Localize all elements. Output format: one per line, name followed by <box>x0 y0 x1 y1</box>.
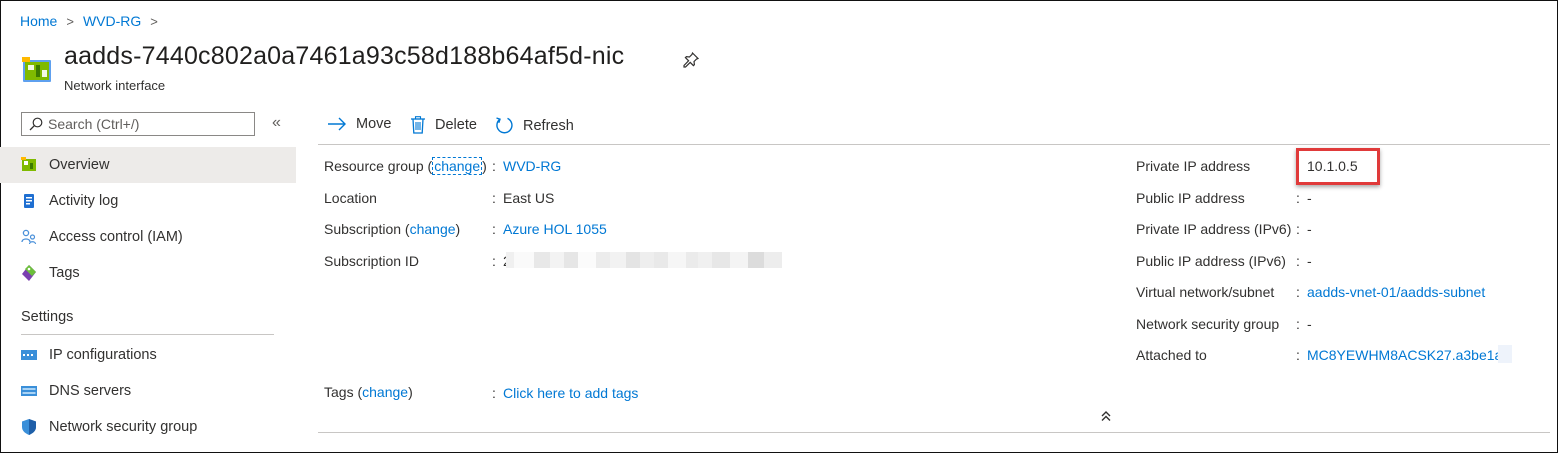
delete-label: Delete <box>435 117 477 133</box>
colon: : <box>492 221 496 237</box>
dns-icon <box>21 383 37 399</box>
overview-icon <box>21 157 37 173</box>
sidebar-item-label: Tags <box>49 265 80 281</box>
refresh-icon <box>496 117 513 134</box>
colon: : <box>1296 221 1300 237</box>
subscription-id-label: Subscription ID <box>324 253 419 269</box>
private-ip-label: Private IP address <box>1136 158 1251 174</box>
nsg-value: - <box>1307 316 1312 332</box>
search-icon <box>29 117 43 131</box>
colon: : <box>1296 284 1300 300</box>
breadcrumb-separator: > <box>66 13 74 29</box>
sidebar-search[interactable] <box>21 112 255 136</box>
move-button[interactable]: Move <box>327 116 391 132</box>
change-subscription-link[interactable]: change <box>410 221 456 237</box>
change-resource-group-link[interactable]: change <box>432 157 483 175</box>
sidebar-item-label: Network security group <box>49 419 198 435</box>
resource-group-label: Resource group (change) <box>324 157 487 175</box>
private-ipv6-value: - <box>1307 221 1312 237</box>
colon: : <box>492 158 496 174</box>
colon: : <box>492 190 496 206</box>
private-ip-value: 10.1.0.5 <box>1307 158 1358 174</box>
colon: : <box>492 253 496 269</box>
sidebar-item-label: IP configurations <box>49 347 157 363</box>
move-label: Move <box>356 116 392 132</box>
page-title: aadds-7440c802a0a7461a93c58d188b64af5d-n… <box>64 42 625 70</box>
resource-group-value-link[interactable]: WVD-RG <box>503 158 561 174</box>
collapse-essentials-icon[interactable] <box>1100 410 1112 422</box>
location-label: Location <box>324 190 377 206</box>
activity-log-icon <box>21 193 37 209</box>
settings-section-title: Settings <box>21 309 74 325</box>
redacted-subscription-id <box>506 252 782 268</box>
tags-label: Tags (change) <box>324 384 413 400</box>
arrow-right-icon <box>328 117 346 131</box>
colon: : <box>1296 190 1300 206</box>
nsg-label: Network security group <box>1136 316 1280 332</box>
refresh-button[interactable]: Refresh <box>495 116 574 135</box>
redacted-fragment <box>1498 345 1512 363</box>
colon: : <box>492 385 496 401</box>
resource-type: Network interface <box>64 78 166 93</box>
subscription-label: Subscription (change) <box>324 221 461 237</box>
sidebar-item-label: Activity log <box>49 193 119 209</box>
change-tags-link[interactable]: change <box>362 384 408 400</box>
public-ipv6-value: - <box>1307 253 1312 269</box>
colon: : <box>1296 316 1300 332</box>
shield-icon <box>21 419 37 435</box>
sidebar-item-label: DNS servers <box>49 383 132 399</box>
sidebar-item-activity-log[interactable]: Activity log <box>0 183 296 219</box>
essentials-bottom-divider <box>318 432 1550 433</box>
tag-icon <box>21 265 37 281</box>
public-ip-value: - <box>1307 190 1312 206</box>
sidebar-item-dns-servers[interactable]: DNS servers <box>0 373 296 409</box>
sidebar-item-network-security-group[interactable]: Network security group <box>0 409 296 445</box>
breadcrumb-home[interactable]: Home <box>20 13 57 29</box>
collapse-sidebar-button[interactable]: « <box>272 114 281 132</box>
vnet-subnet-link[interactable]: aadds-vnet-01/aadds-subnet <box>1307 284 1485 300</box>
colon: : <box>1296 253 1300 269</box>
trash-icon <box>411 116 425 134</box>
sidebar-item-overview[interactable]: Overview <box>0 147 296 183</box>
sidebar-item-label: Access control (IAM) <box>49 229 183 245</box>
section-divider <box>21 334 274 335</box>
sidebar-item-ip-configurations[interactable]: IP configurations <box>0 337 296 373</box>
vnet-subnet-label: Virtual network/subnet <box>1136 284 1275 300</box>
iam-icon <box>21 229 37 245</box>
public-ip-label: Public IP address <box>1136 190 1245 206</box>
attached-to-link[interactable]: MC8YEWHM8ACSK27.a3be1a <box>1307 347 1502 363</box>
breadcrumb-separator: > <box>150 13 158 29</box>
private-ipv6-label: Private IP address (IPv6) <box>1136 221 1292 237</box>
attached-to-label: Attached to <box>1136 347 1207 363</box>
sidebar-item-label: Overview <box>49 157 110 173</box>
sidebar-item-tags[interactable]: Tags <box>0 255 296 291</box>
refresh-label: Refresh <box>523 117 574 134</box>
sidebar-item-access-control[interactable]: Access control (IAM) <box>0 219 296 255</box>
pin-icon[interactable] <box>683 52 699 68</box>
subscription-value-link[interactable]: Azure HOL 1055 <box>503 221 607 237</box>
breadcrumb-resource-group[interactable]: WVD-RG <box>83 13 141 29</box>
network-interface-icon <box>22 57 51 82</box>
add-tags-link[interactable]: Click here to add tags <box>503 385 638 401</box>
breadcrumb: Home > WVD-RG > <box>20 13 167 29</box>
search-input[interactable] <box>48 116 238 132</box>
delete-button[interactable]: Delete <box>410 116 477 134</box>
location-value: East US <box>503 190 555 206</box>
public-ipv6-label: Public IP address (IPv6) <box>1136 253 1286 269</box>
colon: : <box>1296 347 1300 363</box>
toolbar-divider <box>318 144 1550 145</box>
ip-config-icon <box>21 347 37 363</box>
